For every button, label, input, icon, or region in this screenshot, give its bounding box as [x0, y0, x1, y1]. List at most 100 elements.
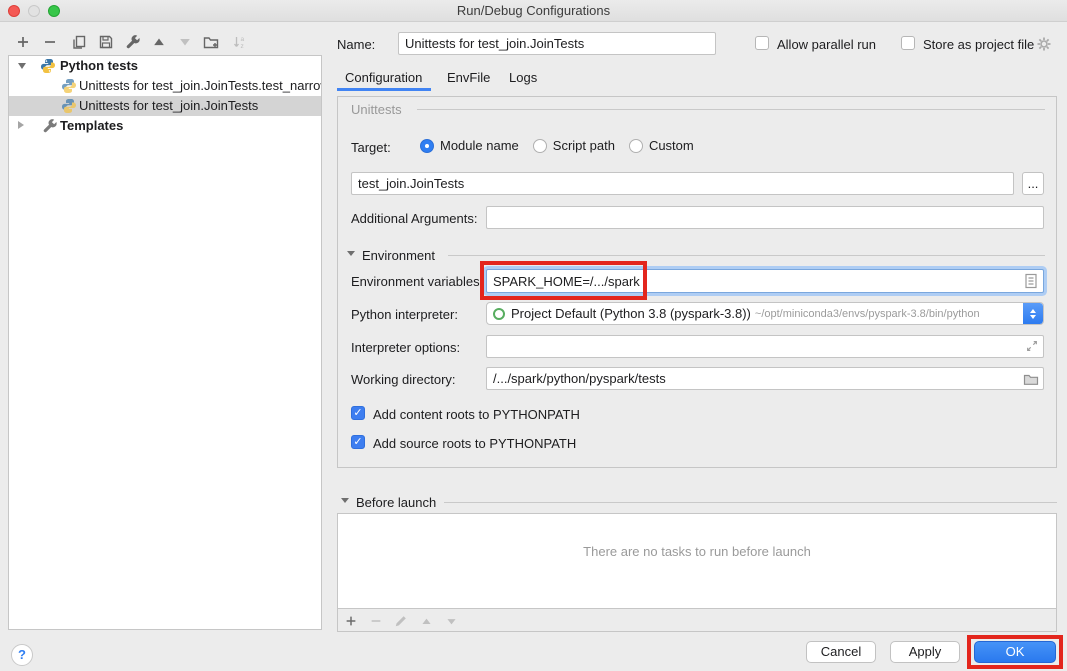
before-launch-empty-message: There are no tasks to run before launch — [338, 544, 1056, 559]
remove-configuration-button[interactable] — [41, 33, 59, 51]
expand-field-icon[interactable] — [1025, 339, 1039, 353]
apply-button[interactable]: Apply — [890, 641, 960, 663]
python-icon — [40, 58, 56, 74]
ok-button[interactable]: OK — [974, 641, 1056, 663]
name-input[interactable] — [398, 32, 716, 55]
name-label: Name: — [337, 37, 375, 52]
python-icon — [61, 78, 77, 94]
browse-target-button[interactable]: ... — [1022, 172, 1044, 195]
environment-variables-label: Environment variables: — [351, 274, 483, 289]
svg-text:z: z — [241, 43, 244, 50]
source-roots-label: Add source roots to PYTHONPATH — [373, 436, 576, 451]
target-label: Target: — [351, 140, 391, 155]
interpreter-options-input[interactable] — [486, 335, 1044, 358]
cancel-button[interactable]: Cancel — [806, 641, 876, 663]
move-task-down-button — [443, 613, 459, 629]
python-interpreter-value: Project Default (Python 3.8 (pyspark-3.8… — [511, 306, 751, 321]
arrow-up-icon — [152, 35, 166, 49]
content-roots-label: Add content roots to PYTHONPATH — [373, 407, 580, 422]
target-input[interactable] — [351, 172, 1014, 195]
tree-item-label: Templates — [60, 116, 123, 136]
configurations-tree: Python tests Unittests for test_join.Joi… — [8, 55, 322, 630]
before-launch-task-list[interactable]: There are no tasks to run before launch — [338, 514, 1056, 609]
tree-item-templates[interactable]: Templates — [9, 116, 321, 136]
wrench-icon — [125, 34, 141, 50]
folder-plus-icon — [203, 34, 219, 50]
copy-configuration-button[interactable] — [70, 33, 88, 51]
chevron-down-icon[interactable] — [18, 63, 26, 69]
radio-custom-label: Custom — [649, 138, 694, 153]
gear-icon[interactable] — [1036, 36, 1052, 52]
working-directory-label: Working directory: — [351, 372, 456, 387]
tree-item-unittests-jointests-selected[interactable]: Unittests for test_join.JoinTests — [9, 96, 321, 116]
arrow-down-icon — [445, 615, 458, 628]
tree-item-label: Unittests for test_join.JoinTests — [79, 96, 258, 116]
window-title: Run/Debug Configurations — [0, 3, 1067, 18]
browse-folder-icon[interactable] — [1023, 371, 1039, 387]
radio-script-path-label: Script path — [553, 138, 615, 153]
edit-task-button — [393, 613, 409, 629]
tree-item-label: Unittests for test_join.JoinTests.test_n… — [79, 76, 322, 96]
tree-item-python-tests[interactable]: Python tests — [9, 56, 321, 76]
wrench-icon — [42, 118, 58, 134]
add-configuration-button[interactable] — [14, 33, 32, 51]
store-as-project-file-checkbox[interactable] — [901, 36, 915, 50]
section-divider — [444, 502, 1057, 503]
radio-script-path[interactable] — [533, 139, 547, 153]
arrow-up-icon — [420, 615, 433, 628]
save-icon — [98, 34, 114, 50]
arrow-down-icon — [178, 35, 192, 49]
source-roots-checkbox[interactable]: ✓ — [351, 435, 365, 449]
environment-section-chevron-icon[interactable] — [347, 251, 355, 256]
python-interpreter-label: Python interpreter: — [351, 307, 458, 322]
working-directory-input[interactable] — [486, 367, 1044, 390]
remove-task-button — [368, 613, 384, 629]
create-folder-button[interactable] — [202, 33, 220, 51]
python-icon — [61, 98, 77, 114]
move-down-button — [176, 33, 194, 51]
before-launch-title[interactable]: Before launch — [356, 495, 436, 510]
target-radio-group: Module name Script path Custom — [420, 138, 694, 153]
allow-parallel-run-label: Allow parallel run — [777, 37, 876, 52]
allow-parallel-run-checkbox[interactable] — [755, 36, 769, 50]
before-launch-chevron-icon[interactable] — [341, 498, 349, 503]
sort-az-icon: az — [232, 34, 248, 50]
radio-custom[interactable] — [629, 139, 643, 153]
svg-text:a: a — [241, 36, 245, 43]
tree-item-unittests-test-narrow[interactable]: Unittests for test_join.JoinTests.test_n… — [9, 76, 321, 96]
before-launch-panel: There are no tasks to run before launch — [337, 513, 1057, 632]
add-task-button[interactable] — [343, 613, 359, 629]
move-up-button[interactable] — [150, 33, 168, 51]
chevron-right-icon[interactable] — [18, 121, 24, 129]
radio-module-name-label: Module name — [440, 138, 519, 153]
additional-arguments-label: Additional Arguments: — [351, 211, 477, 226]
minus-icon — [42, 34, 58, 50]
move-task-up-button — [418, 613, 434, 629]
active-tab-indicator — [337, 88, 431, 91]
help-button[interactable]: ? — [11, 644, 33, 666]
radio-module-name[interactable] — [420, 139, 434, 153]
python-interpreter-path: ~/opt/miniconda3/envs/pyspark-3.8/bin/py… — [755, 308, 980, 320]
conda-env-icon — [493, 308, 505, 320]
save-configuration-button[interactable] — [97, 33, 115, 51]
plus-icon — [344, 614, 358, 628]
titlebar: Run/Debug Configurations — [0, 0, 1067, 22]
additional-arguments-input[interactable] — [486, 206, 1044, 229]
python-interpreter-dropdown[interactable]: Project Default (Python 3.8 (pyspark-3.8… — [486, 302, 1044, 325]
content-roots-checkbox[interactable]: ✓ — [351, 406, 365, 420]
tab-envfile[interactable]: EnvFile — [447, 70, 490, 85]
pencil-icon — [394, 614, 408, 628]
environment-section-title[interactable]: Environment — [362, 248, 435, 263]
environment-variables-input[interactable] — [486, 269, 1044, 293]
interpreter-options-label: Interpreter options: — [351, 340, 460, 355]
section-divider — [448, 255, 1045, 256]
unittests-group-title: Unittests — [351, 102, 402, 117]
edit-env-vars-icon[interactable] — [1024, 273, 1038, 289]
group-divider — [417, 109, 1045, 110]
sort-configurations-button: az — [231, 33, 249, 51]
minus-icon — [369, 614, 383, 628]
dropdown-chevrons-icon[interactable] — [1023, 303, 1043, 324]
tab-configuration[interactable]: Configuration — [345, 70, 422, 85]
edit-templates-button[interactable] — [124, 33, 142, 51]
tab-logs[interactable]: Logs — [509, 70, 537, 85]
